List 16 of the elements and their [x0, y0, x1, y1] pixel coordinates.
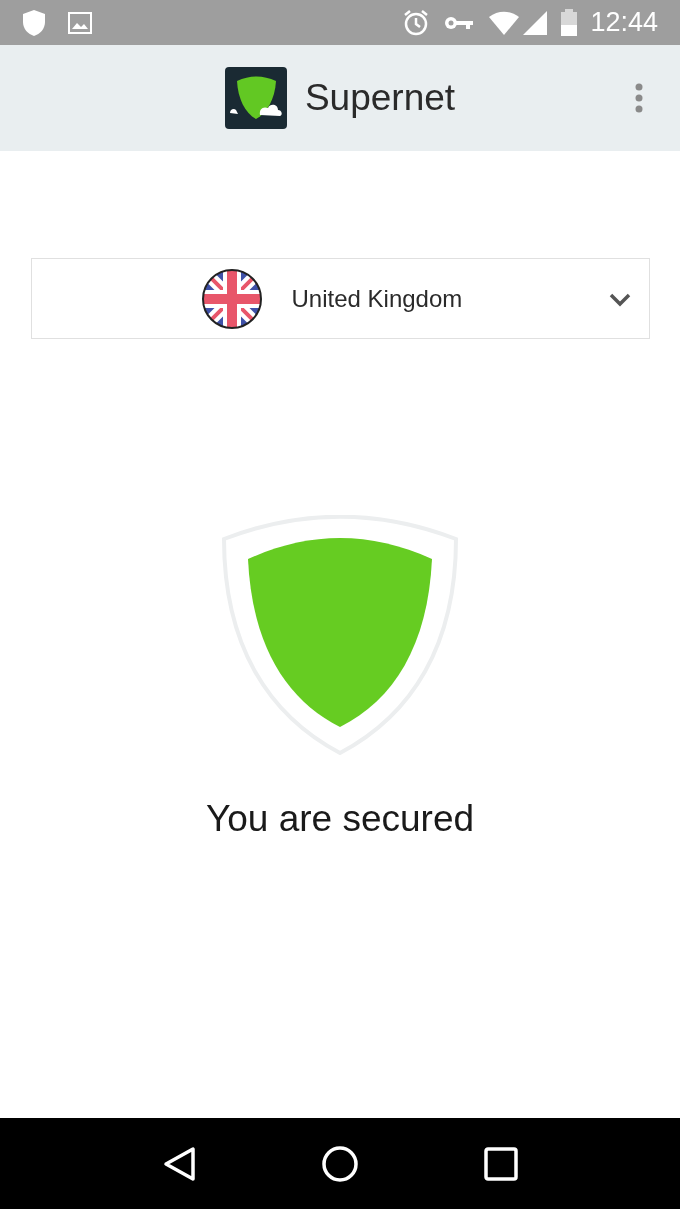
more-options-icon[interactable] [634, 83, 644, 113]
chevron-down-icon [608, 293, 631, 307]
recent-apps-icon[interactable] [483, 1146, 518, 1181]
image-icon [68, 11, 92, 34]
home-icon[interactable] [321, 1144, 359, 1183]
country-dropdown[interactable]: United Kingdom [30, 258, 650, 339]
app-logo-icon [224, 67, 287, 129]
shield-icon [22, 8, 46, 37]
back-icon[interactable] [162, 1145, 197, 1182]
key-icon [444, 14, 475, 31]
clock-time: 12:44 [590, 6, 658, 40]
wifi-icon [488, 10, 521, 35]
app-title: Supernet [304, 76, 456, 121]
status-message: You are secured [205, 797, 475, 841]
battery-icon [560, 8, 579, 37]
signal-icon [522, 9, 549, 36]
